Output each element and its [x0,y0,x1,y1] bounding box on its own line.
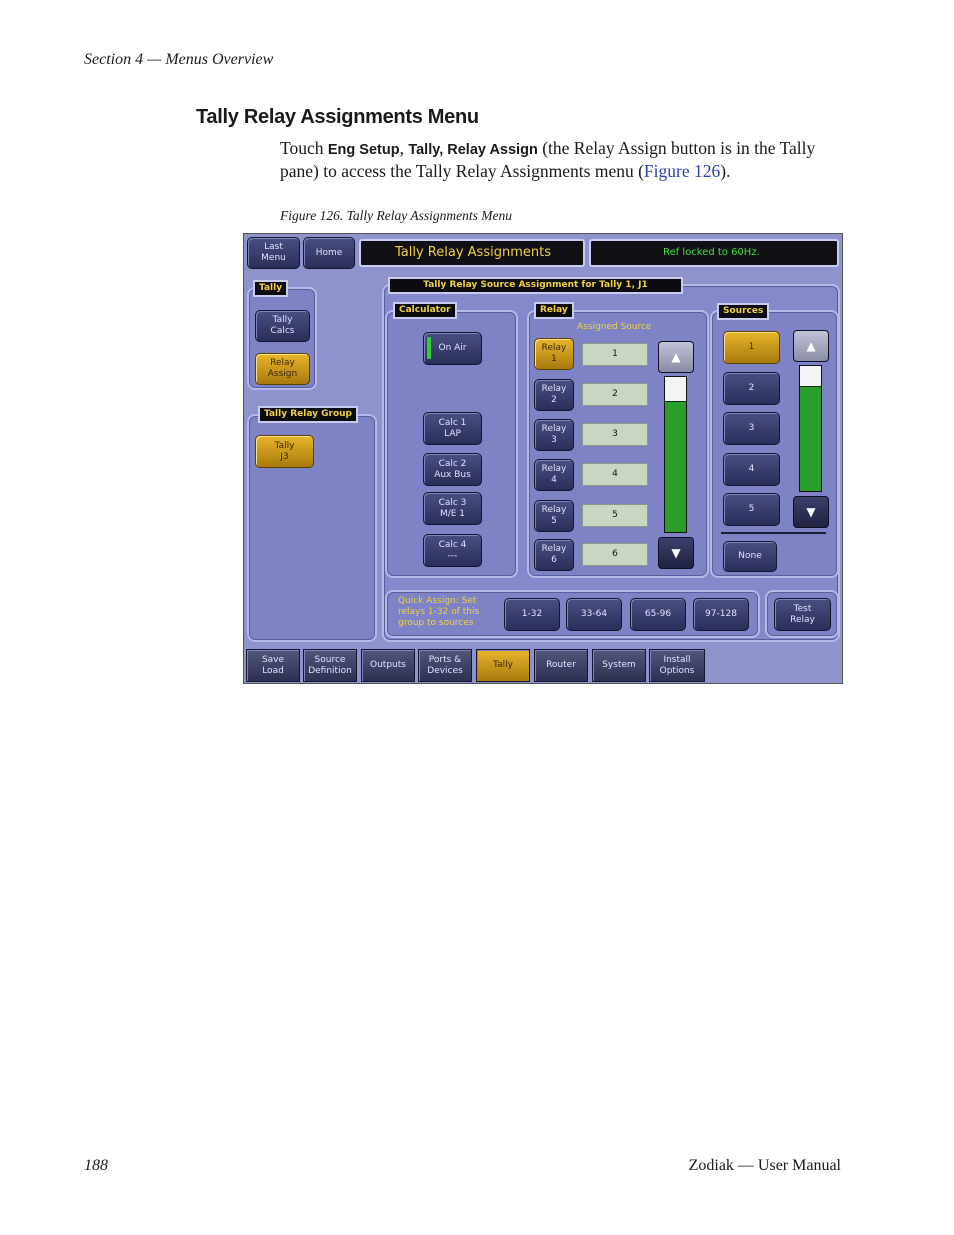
quick-assign-1-32-button[interactable]: 1-32 [504,598,560,631]
section-header: Section 4 — Menus Overview [84,51,274,68]
para-eng-setup: Eng Setup [327,142,400,158]
calc-4-button[interactable]: Calc 4 --- [423,534,482,567]
relay-2-button[interactable]: Relay 2 [534,379,574,411]
down-arrow-icon: ▼ [806,505,816,519]
manual-title: Zodiak — User Manual [688,1157,841,1174]
tally-calcs-button[interactable]: Tally Calcs [255,310,310,342]
tab-source-definition[interactable]: Source Definition [303,649,357,682]
relay-5-button[interactable]: Relay 5 [534,500,574,532]
relay-4-source-field[interactable]: 4 [582,463,648,486]
relay-scroll-up-button[interactable]: ▲ [658,341,694,373]
relay-1-button[interactable]: Relay 1 [534,338,574,370]
relay-title: Relay [534,302,574,319]
tab-system[interactable]: System [592,649,646,682]
status-text: Ref locked to 60Hz. [663,247,760,258]
up-arrow-icon: ▲ [671,350,681,364]
relay-scroll-down-button[interactable]: ▼ [658,537,694,569]
assigned-source-label: Assigned Source [577,322,652,332]
body-paragraph: Touch Eng Setup, Tally, Relay Assign (th… [280,138,840,182]
sources-scroll-up-button[interactable]: ▲ [793,330,829,362]
test-relay-button[interactable]: Test Relay [774,598,831,631]
sources-divider [721,532,826,534]
relay-5-source-field[interactable]: 5 [582,504,648,527]
relay-scroll-thumb[interactable] [665,377,686,402]
relay-6-source-field[interactable]: 6 [582,543,648,566]
tab-ports-devices[interactable]: Ports & Devices [418,649,472,682]
quick-assign-65-96-button[interactable]: 65-96 [630,598,686,631]
relay-assign-button[interactable]: Relay Assign [255,353,310,385]
tally-pane-title: Tally [253,280,289,297]
sources-scroll-thumb[interactable] [800,366,821,387]
relay-4-button[interactable]: Relay 4 [534,459,574,491]
sources-scroll-down-button[interactable]: ▼ [793,496,829,528]
tally-relay-screenshot: Last Menu Home Tally Relay Assignments R… [243,233,843,684]
figure-link[interactable]: Figure 126 [644,161,720,181]
on-air-label: On Air [438,343,467,353]
relay-3-button[interactable]: Relay 3 [534,419,574,451]
sources-scrollbar[interactable] [799,365,822,492]
source-2-button[interactable]: 2 [723,372,780,405]
calculator-title: Calculator [393,302,457,319]
tab-save-load[interactable]: Save Load [246,649,300,682]
tally-j3-button[interactable]: Tally J3 [255,435,314,468]
tally-relay-group-title: Tally Relay Group [258,406,358,423]
relay-6-button[interactable]: Relay 6 [534,539,574,571]
on-air-button[interactable]: On Air [423,332,482,365]
para-text-4: ). [720,161,731,181]
source-4-button[interactable]: 4 [723,453,780,486]
page-number: 188 [84,1157,108,1174]
source-assignment-title: Tally Relay Source Assignment for Tally … [388,277,683,294]
menu-title-bar: Tally Relay Assignments [359,239,585,267]
source-1-button[interactable]: 1 [723,331,780,364]
home-button[interactable]: Home [303,237,355,269]
source-3-button[interactable]: 3 [723,412,780,445]
para-tally-relay-assign: Tally, Relay Assign [408,142,538,158]
tab-tally[interactable]: Tally [476,649,530,682]
tab-router[interactable]: Router [534,649,588,682]
relay-1-source-field[interactable]: 1 [582,343,648,366]
sources-title: Sources [717,303,770,320]
quick-assign-33-64-button[interactable]: 33-64 [566,598,622,631]
relay-3-source-field[interactable]: 3 [582,423,648,446]
source-5-button[interactable]: 5 [723,493,780,526]
down-arrow-icon: ▼ [671,546,681,560]
relay-scrollbar[interactable] [664,376,687,533]
quick-assign-text: Quick Assign: Set relays 1-32 of this gr… [398,596,480,628]
figure-caption: Figure 126. Tally Relay Assignments Menu [280,208,512,223]
relay-2-source-field[interactable]: 2 [582,383,648,406]
tab-install-options[interactable]: Install Options [649,649,705,682]
calc-2-button[interactable]: Calc 2 Aux Bus [423,453,482,486]
up-arrow-icon: ▲ [806,339,816,353]
calc-1-button[interactable]: Calc 1 LAP [423,412,482,445]
quick-assign-97-128-button[interactable]: 97-128 [693,598,749,631]
para-text-1: Touch [280,138,328,158]
calc-3-button[interactable]: Calc 3 M/E 1 [423,492,482,525]
last-menu-button[interactable]: Last Menu [247,237,300,269]
status-bar: Ref locked to 60Hz. [589,239,839,267]
on-air-indicator [427,337,431,359]
tab-outputs[interactable]: Outputs [361,649,415,682]
menu-title: Tally Relay Assignments [395,245,551,260]
none-button[interactable]: None [723,541,777,572]
section-heading: Tally Relay Assignments Menu [196,106,479,128]
